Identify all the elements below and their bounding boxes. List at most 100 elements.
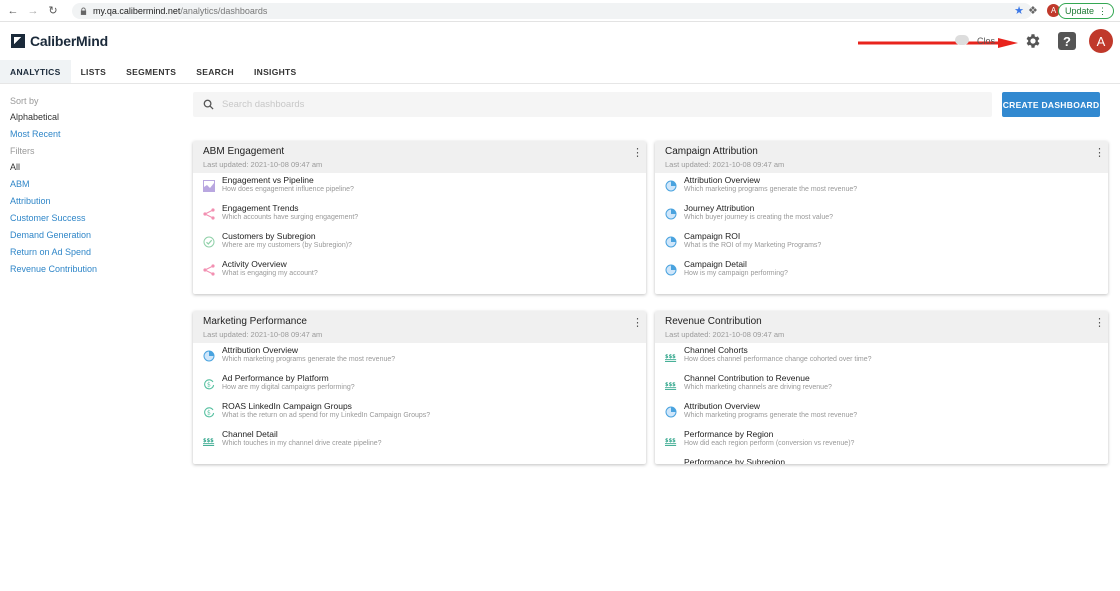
gear-icon[interactable]: [1024, 32, 1042, 50]
item-description: Which marketing programs generate the mo…: [684, 412, 858, 419]
sort-heading: Sort by: [10, 96, 39, 106]
item-description: How did each region perform (conversion …: [684, 440, 855, 447]
dashboard-list-item[interactable]: $ Ad Performance by Platform How are my …: [203, 373, 636, 401]
card-last-updated: Last updated: 2021-10-08 09:47 am: [665, 160, 785, 169]
extensions-puzzle-icon[interactable]: ❖: [1028, 4, 1042, 18]
card-header: Campaign Attribution Last updated: 2021-…: [655, 141, 1108, 173]
dashboard-list-item[interactable]: Attribution Overview Which marketing pro…: [665, 175, 1098, 203]
more-vertical-icon[interactable]: ⋮: [632, 148, 643, 159]
dashboard-list-item[interactable]: $$$ Channel Cohorts How does channel per…: [665, 345, 1098, 373]
dashboards-content: CREATE DASHBOARD ABM Engagement Last upd…: [180, 84, 1108, 464]
filter-all[interactable]: All: [10, 162, 170, 172]
item-title: Activity Overview: [222, 259, 287, 269]
card-title[interactable]: Marketing Performance: [203, 316, 636, 327]
item-title: Attribution Overview: [684, 401, 761, 411]
dashboard-list-item[interactable]: $$$ Performance by Region How did each r…: [665, 429, 1098, 457]
pie-chart-icon: [665, 235, 677, 248]
user-avatar[interactable]: A: [1089, 29, 1113, 53]
tab-analytics[interactable]: ANALYTICS: [0, 60, 71, 83]
check-circle-icon: [203, 235, 215, 248]
card-title[interactable]: Campaign Attribution: [665, 146, 1098, 157]
filter-abm[interactable]: ABM: [10, 179, 170, 189]
sort-alphabetical[interactable]: Alphabetical: [10, 112, 170, 122]
dashboard-list-item[interactable]: Activity Overview What is engaging my ac…: [203, 259, 636, 287]
create-dashboard-button[interactable]: CREATE DASHBOARD: [1002, 92, 1100, 117]
more-vertical-icon[interactable]: ⋮: [632, 318, 643, 329]
dashboard-list-item[interactable]: Attribution Overview Which marketing pro…: [203, 345, 636, 373]
filter-revenue-contribution[interactable]: Revenue Contribution: [10, 264, 170, 274]
svg-text:$$$: $$$: [665, 438, 676, 444]
card-last-updated: Last updated: 2021-10-08 09:47 am: [203, 160, 323, 169]
card-last-updated: Last updated: 2021-10-08 09:47 am: [665, 330, 785, 339]
card-items: $$$ Channel Cohorts How does channel per…: [655, 343, 1108, 464]
item-title: Campaign Detail: [684, 259, 747, 269]
item-title: ROAS LinkedIn Campaign Groups: [222, 401, 352, 411]
update-label: Update: [1064, 6, 1094, 16]
item-description: Which marketing programs generate the mo…: [222, 356, 396, 363]
dashboard-list-item[interactable]: Engagement Trends Which accounts have su…: [203, 203, 636, 231]
mode-toggle[interactable]: [955, 35, 969, 45]
dashboard-card: Campaign Attribution Last updated: 2021-…: [655, 141, 1108, 294]
item-title: Attribution Overview: [222, 345, 299, 355]
network-icon: [203, 263, 215, 276]
dashboard-list-item[interactable]: Journey Attribution Which buyer journey …: [665, 203, 1098, 231]
item-description: What is the return on ad spend for my Li…: [222, 412, 431, 419]
filter-customer-success[interactable]: Customer Success: [10, 213, 170, 223]
item-title: Performance by Region: [684, 429, 774, 439]
dashboard-list-item[interactable]: $$$ Channel Detail Which touches in my c…: [203, 429, 636, 457]
dollar-stack-icon: $$$: [665, 461, 677, 464]
search-dashboards-input[interactable]: [222, 99, 982, 110]
dashboard-list-item[interactable]: $ ROAS LinkedIn Campaign Groups What is …: [203, 401, 636, 429]
item-title: Customers by Subregion: [222, 231, 316, 241]
tab-segments[interactable]: SEGMENTS: [116, 60, 186, 83]
dashboard-list-item[interactable]: Campaign ROI What is the ROI of my Marke…: [665, 231, 1098, 259]
browser-toolbar: ← → ↻ my.qa.calibermind.net/analytics/da…: [0, 0, 1120, 22]
dashboard-list-item[interactable]: $$$ Performance by Subregion: [665, 457, 1098, 464]
calibermind-logo-icon: [11, 34, 25, 48]
toggle-label: Clos: [977, 36, 996, 46]
more-vertical-icon[interactable]: ⋮: [1094, 318, 1105, 329]
help-question-icon[interactable]: ?: [1058, 32, 1076, 50]
filter-return-on-ad-spend[interactable]: Return on Ad Spend: [10, 247, 170, 257]
dashboard-card: Revenue Contribution Last updated: 2021-…: [655, 311, 1108, 464]
forward-arrow-icon[interactable]: →: [26, 4, 40, 18]
tab-lists[interactable]: LISTS: [71, 60, 117, 83]
dashboard-list-item[interactable]: Customers by Subregion Where are my cust…: [203, 231, 636, 259]
reload-icon[interactable]: ↻: [46, 4, 60, 18]
dollar-stack-icon: $$$: [665, 377, 677, 390]
area-chart-icon: [203, 179, 215, 192]
network-icon: [203, 207, 215, 220]
dollar-cycle-icon: $: [203, 377, 215, 390]
dashboard-list-item[interactable]: Attribution Overview Which marketing pro…: [665, 401, 1098, 429]
back-arrow-icon[interactable]: ←: [6, 4, 20, 18]
filter-demand-generation[interactable]: Demand Generation: [10, 230, 170, 240]
brand-name: CaliberMind: [30, 33, 108, 49]
item-description: Which marketing channels are driving rev…: [684, 384, 832, 391]
card-title[interactable]: Revenue Contribution: [665, 316, 1098, 327]
filter-attribution[interactable]: Attribution: [10, 196, 170, 206]
item-title: Engagement Trends: [222, 203, 299, 213]
card-header: ABM Engagement Last updated: 2021-10-08 …: [193, 141, 646, 173]
dashboard-list-item[interactable]: $$$ Channel Contribution to Revenue Whic…: [665, 373, 1098, 401]
bookmark-star-icon[interactable]: ★: [1014, 4, 1024, 17]
item-description: What is the ROI of my Marketing Programs…: [684, 242, 822, 249]
url-path: /analytics/dashboards: [180, 5, 268, 16]
browser-update-button[interactable]: Update ⋮: [1057, 3, 1114, 19]
item-title: Engagement vs Pipeline: [222, 175, 314, 185]
search-box: [193, 92, 993, 117]
address-bar[interactable]: my.qa.calibermind.net/analytics/dashboar…: [72, 2, 1032, 19]
dashboard-list-item[interactable]: Engagement vs Pipeline How does engageme…: [203, 175, 636, 203]
item-description: How is my campaign performing?: [684, 270, 788, 277]
tab-search[interactable]: SEARCH: [186, 60, 244, 83]
sidebar: Sort by Alphabetical Most Recent Filters…: [0, 84, 180, 464]
card-header: Revenue Contribution Last updated: 2021-…: [655, 311, 1108, 343]
item-description: Which touches in my channel drive create…: [222, 440, 382, 447]
brand-logo[interactable]: CaliberMind: [11, 33, 108, 49]
main-nav-tabs: ANALYTICS LISTS SEGMENTS SEARCH INSIGHTS: [0, 60, 1120, 84]
dashboard-list-item[interactable]: Campaign Detail How is my campaign perfo…: [665, 259, 1098, 287]
more-vertical-icon[interactable]: ⋮: [1094, 148, 1105, 159]
pie-chart-icon: [665, 405, 677, 418]
card-title[interactable]: ABM Engagement: [203, 146, 636, 157]
tab-insights[interactable]: INSIGHTS: [244, 60, 307, 83]
sort-most-recent[interactable]: Most Recent: [10, 129, 170, 139]
